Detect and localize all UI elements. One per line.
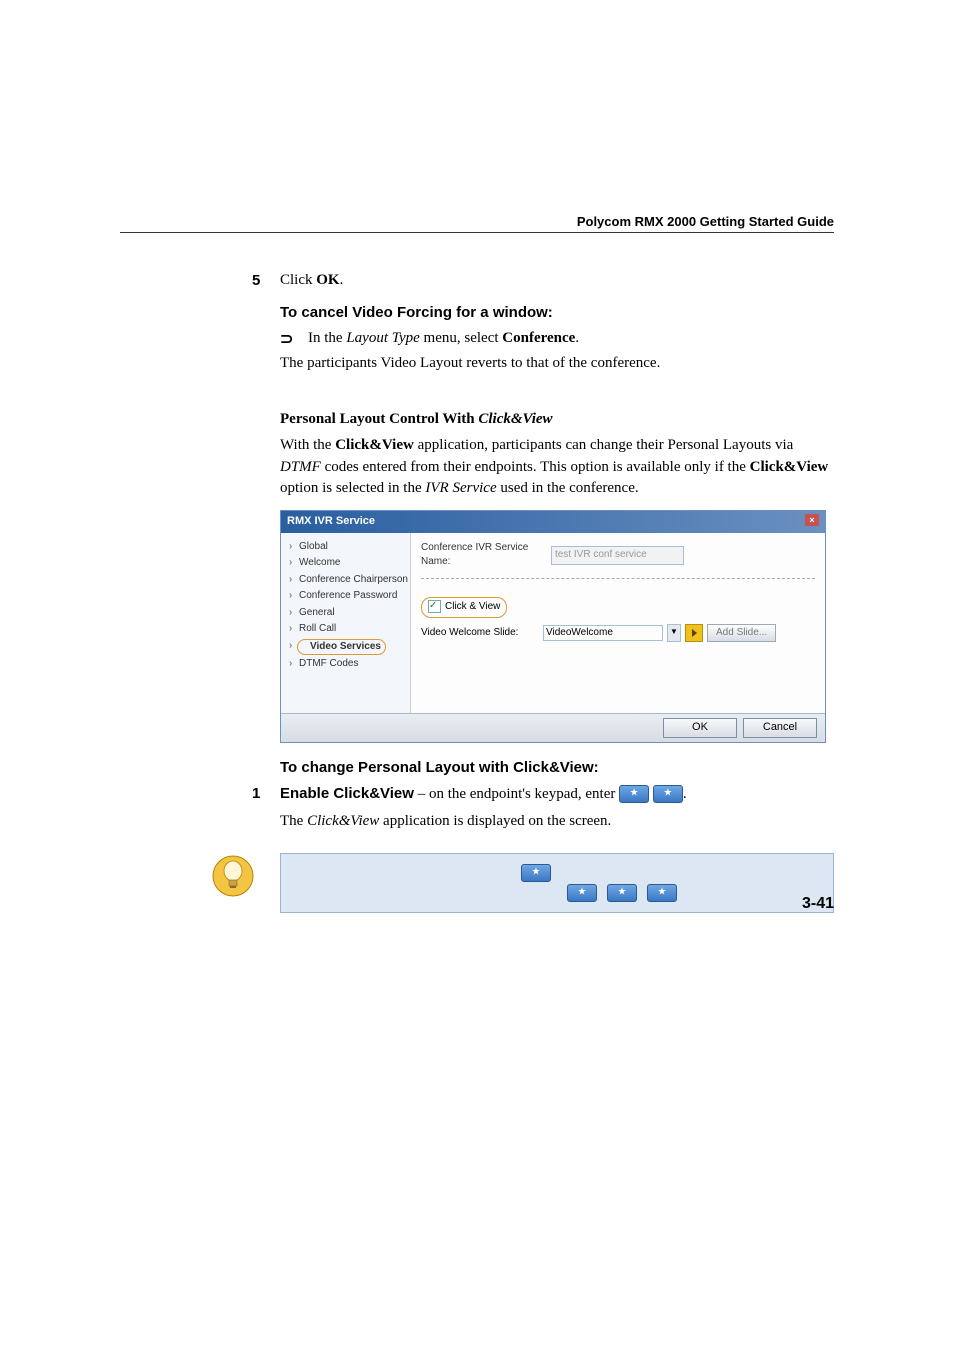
personal-p1f: Click&View <box>750 459 829 475</box>
change-after: The Click&View application is displayed … <box>280 811 834 833</box>
note-box <box>280 853 834 913</box>
service-name-label: Conference IVR Service Name: <box>421 541 551 570</box>
ivr-service-dialog: RMX IVR Service × Global Welcome Confere… <box>280 510 826 743</box>
star-key-icon <box>647 884 677 902</box>
lightbulb-icon <box>210 853 256 899</box>
header-rule <box>120 232 834 233</box>
service-name-row: Conference IVR Service Name: test IVR co… <box>421 541 815 570</box>
nav-dtmf-codes[interactable]: DTMF Codes <box>287 656 404 673</box>
personal-p1a: With the <box>280 437 335 453</box>
step-5-text-prefix: Click <box>280 272 316 288</box>
header-guide-title: Polycom RMX 2000 Getting Started Guide <box>577 214 834 229</box>
dialog-pane: Conference IVR Service Name: test IVR co… <box>411 533 825 713</box>
nav-conf-chairperson[interactable]: Conference Chairperson <box>287 572 404 589</box>
dialog-titlebar: RMX IVR Service × <box>281 511 825 533</box>
dialog-ok-button[interactable]: OK <box>663 718 737 738</box>
welcome-slide-label: Video Welcome Slide: <box>421 626 539 641</box>
nav-global[interactable]: Global <box>287 539 404 556</box>
nav-video-services-highlight: Video Services <box>297 639 386 656</box>
dialog-footer: OK Cancel <box>281 713 825 742</box>
dialog-body: Global Welcome Conference Chairperson Co… <box>281 533 825 713</box>
cancel-bullet-suffix: . <box>575 330 579 346</box>
change-heading: To change Personal Layout with Click&Vie… <box>280 757 834 779</box>
welcome-slide-row: Video Welcome Slide: VideoWelcome ▼ Add … <box>421 624 815 643</box>
nav-conf-password[interactable]: Conference Password <box>287 588 404 605</box>
step-1-mid: – on the endpoint's keypad, enter <box>414 786 619 802</box>
dialog-title-text: RMX IVR Service <box>287 514 375 530</box>
change-after-c: application is displayed on the screen. <box>379 813 611 829</box>
page-number: 3-41 <box>802 895 834 913</box>
personal-p1e: codes entered from their endpoints. This… <box>321 459 750 475</box>
personal-p1g: option is selected in the <box>280 480 425 496</box>
welcome-slide-select[interactable]: VideoWelcome <box>543 625 663 641</box>
personal-p1h: IVR Service <box>425 480 496 496</box>
cancel-bullet-conference: Conference <box>502 330 575 346</box>
cancel-bullet-mid: menu, select <box>420 330 502 346</box>
cancel-bullet: In the Layout Type menu, select Conferen… <box>280 328 834 350</box>
personal-heading-clickview: Click&View <box>478 411 552 427</box>
select-dropdown-icon[interactable]: ▼ <box>667 624 681 642</box>
play-icon[interactable] <box>685 624 703 642</box>
cancel-bullet-layouttype: Layout Type <box>346 330 419 346</box>
note-stars-bottom <box>567 884 677 902</box>
star-key-icon <box>567 884 597 902</box>
service-name-input[interactable]: test IVR conf service <box>551 546 684 565</box>
cancel-heading: To cancel Video Forcing for a window: <box>280 302 834 324</box>
body-content: 5 Click OK. To cancel Video Forcing for … <box>280 270 834 913</box>
dialog-nav: Global Welcome Conference Chairperson Co… <box>281 533 411 713</box>
nav-general[interactable]: General <box>287 605 404 622</box>
click-view-highlight: Click & View <box>421 597 507 618</box>
step-5-suffix: . <box>340 272 344 288</box>
cancel-bullet-prefix: In the <box>308 330 346 346</box>
step-1-number: 1 <box>252 783 260 805</box>
close-icon[interactable]: × <box>805 514 819 526</box>
dashed-separator <box>421 578 815 579</box>
star-key-icon <box>653 785 683 803</box>
personal-heading-prefix: Personal Layout Control With <box>280 411 478 427</box>
note-row <box>280 853 834 913</box>
personal-p1c: application, participants can change the… <box>414 437 793 453</box>
step-1: 1 Enable Click&View – on the endpoint's … <box>280 783 834 806</box>
change-after-b: Click&View <box>307 813 379 829</box>
step-5-number: 5 <box>252 270 260 292</box>
personal-para: With the Click&View application, partici… <box>280 435 834 500</box>
note-star-top <box>521 862 551 884</box>
nav-welcome[interactable]: Welcome <box>287 555 404 572</box>
dialog-cancel-button[interactable]: Cancel <box>743 718 817 738</box>
click-view-checkbox[interactable] <box>428 600 441 613</box>
star-key-icon <box>619 785 649 803</box>
nav-video-services[interactable]: Video Services <box>287 638 404 657</box>
step-5: 5 Click OK. <box>280 270 834 292</box>
step-1-enable: Enable Click&View <box>280 785 414 802</box>
step-1-suffix: . <box>683 786 687 802</box>
personal-p1b: Click&View <box>335 437 414 453</box>
star-key-icon <box>521 864 551 882</box>
click-view-label: Click & View <box>445 601 500 612</box>
star-key-icon <box>607 884 637 902</box>
step-5-ok: OK <box>316 272 339 288</box>
nav-roll-call[interactable]: Roll Call <box>287 621 404 638</box>
change-after-a: The <box>280 813 307 829</box>
personal-p1i: used in the conference. <box>497 480 639 496</box>
personal-heading: Personal Layout Control With Click&View <box>280 409 834 431</box>
cancel-after: The participants Video Layout reverts to… <box>280 353 834 375</box>
add-slide-button[interactable]: Add Slide... <box>707 624 776 643</box>
personal-p1d: DTMF <box>280 459 321 475</box>
